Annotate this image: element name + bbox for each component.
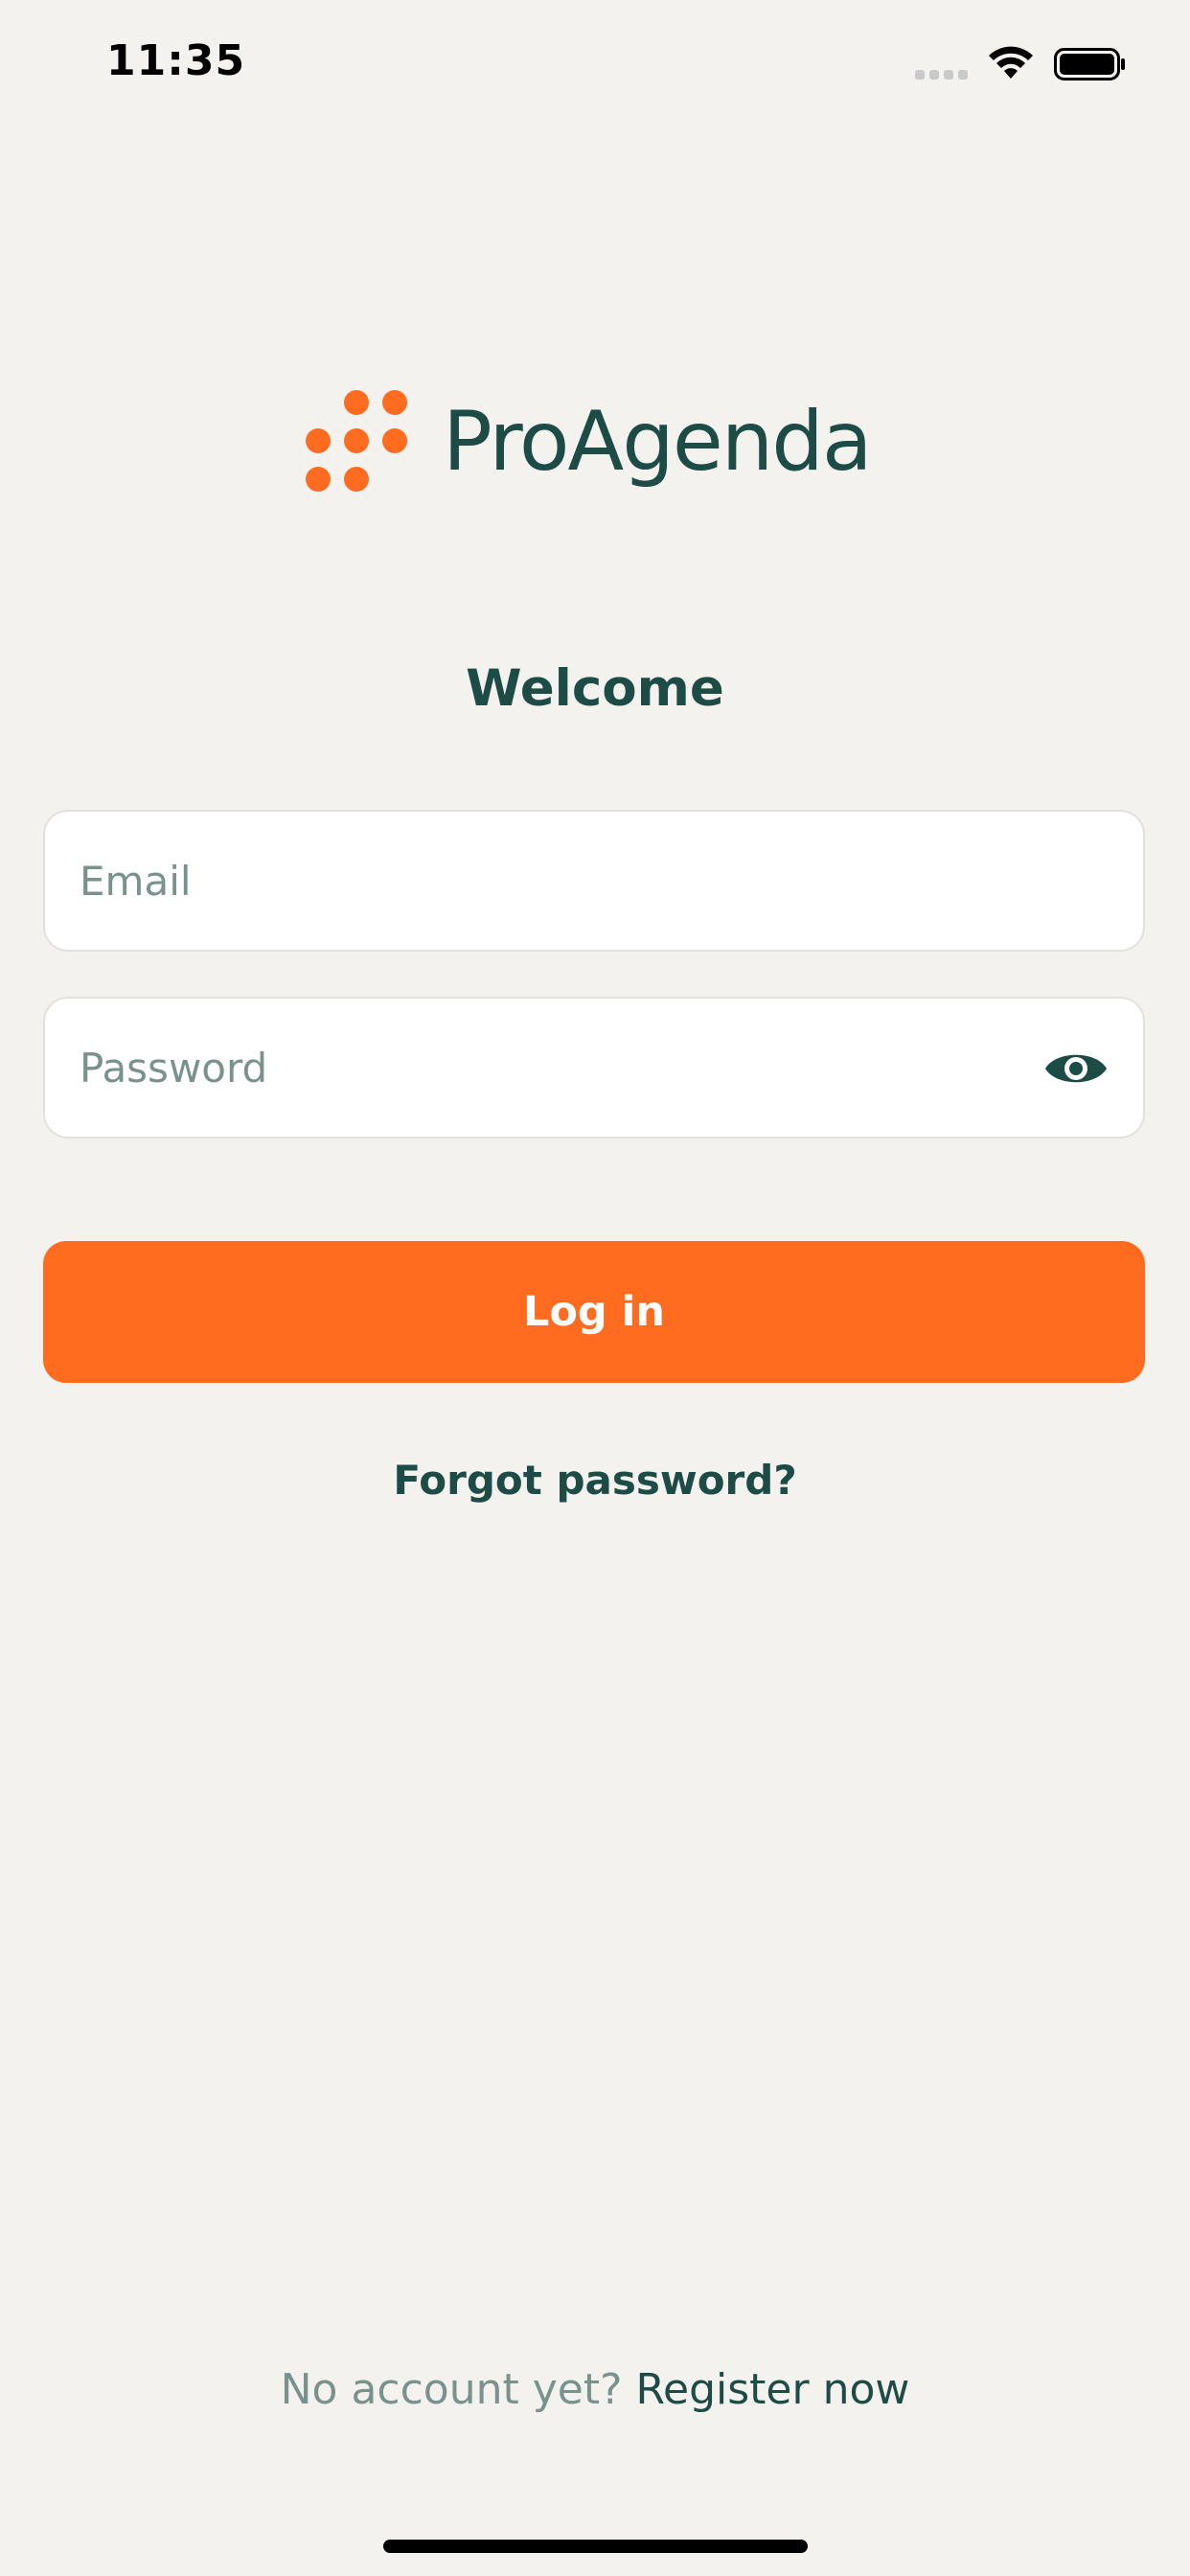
register-prompt: No account yet? — [280, 2365, 623, 2414]
battery-icon — [1054, 48, 1125, 80]
email-field-container — [43, 810, 1145, 952]
email-field[interactable] — [45, 812, 1143, 950]
wifi-icon — [989, 46, 1033, 79]
login-button[interactable]: Log in — [43, 1241, 1145, 1383]
brand-name: ProAgenda — [443, 394, 873, 490]
login-screen: 11:35 ProAgenda Welcome Email Log in For… — [0, 0, 1190, 2576]
register-link[interactable]: Register now — [635, 2365, 909, 2414]
register-row: No account yet? Register now — [0, 2365, 1190, 2414]
password-field-container — [43, 997, 1145, 1138]
home-indicator — [383, 2540, 808, 2553]
eye-icon[interactable] — [1042, 1045, 1110, 1092]
dots-logo-icon — [306, 390, 407, 492]
status-time: 11:35 — [106, 36, 246, 85]
password-field[interactable] — [45, 999, 1143, 1137]
page-title: Welcome — [466, 659, 724, 718]
signal-icon — [915, 70, 968, 80]
brand-logo: ProAgenda — [303, 388, 873, 495]
forgot-password-link[interactable]: Forgot password? — [0, 1457, 1190, 1504]
